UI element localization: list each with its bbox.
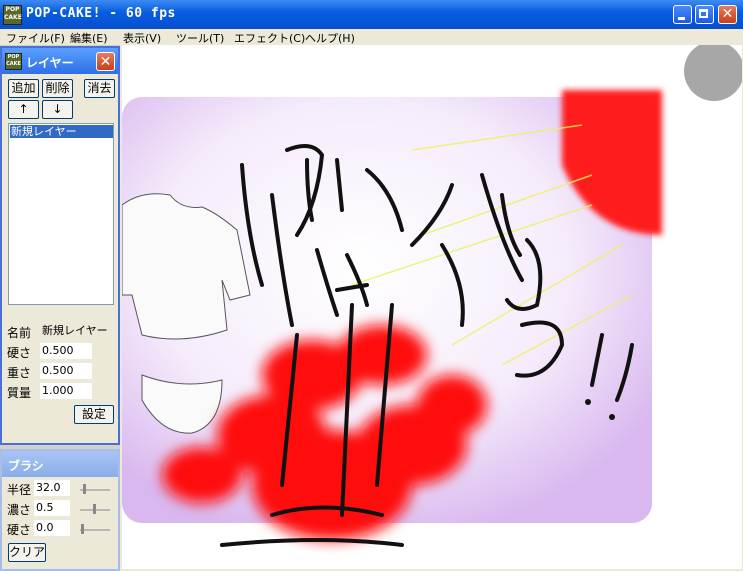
add-layer-button[interactable]: 追加 [8,79,39,98]
layer-panel-icon: POP CAKE [5,53,22,70]
close-icon: ✕ [99,54,112,70]
move-layer-up-button[interactable]: ↑ [8,100,39,119]
menu-view[interactable]: 表示(V) [123,30,161,46]
layer-mass-label: 質量 [7,386,32,400]
layer-list[interactable]: 新規レイヤー [8,123,114,305]
brush-radius-field[interactable]: 32.0 [34,480,70,496]
close-icon: ✕ [721,6,734,22]
menu-help[interactable]: ヘルプ(H) [305,30,355,46]
minimize-icon [678,17,685,20]
layer-panel-close-button[interactable]: ✕ [96,52,115,71]
window-title: POP-CAKE! - 60 fps [26,6,176,21]
erase-layer-button[interactable]: 消去 [84,79,115,98]
maximize-icon [699,9,708,18]
apply-settings-button[interactable]: 設定 [74,405,114,424]
menu-file[interactable]: ファイル(F) [6,30,65,46]
menu-edit[interactable]: 編集(E) [70,30,108,46]
brush-density-slider[interactable] [80,502,110,514]
brush-density-label: 濃さ [7,503,32,517]
brush-panel-title: ブラシ [8,459,44,473]
layer-name-label: 名前 [7,326,32,340]
app-window: POP CAKE POP-CAKE! - 60 fps ✕ ファイル(F) 編集(… [0,0,743,571]
layer-list-item[interactable]: 新規レイヤー [10,125,113,138]
move-layer-down-button[interactable]: ↓ [42,100,73,119]
menu-tools[interactable]: ツール(T) [176,30,224,46]
layer-hardness-label: 硬さ [7,346,32,360]
close-button[interactable]: ✕ [718,5,737,24]
delete-layer-button[interactable]: 削除 [42,79,73,98]
brush-panel: ブラシ 半径 32.0 濃さ 0.5 硬さ 0.0 クリア [0,449,120,571]
layer-hardness-field[interactable]: 0.500 [40,343,92,359]
layer-mass-field[interactable]: 1.000 [40,383,92,399]
menu-bar: ファイル(F) 編集(E) 表示(V) ツール(T) エフェクト(C) ヘルプ(… [0,29,743,45]
layer-panel: POP CAKE レイヤー ✕ 追加 削除 消去 ↑ ↓ 新規レイヤー 名前 新規… [0,46,120,445]
layer-panel-title: レイヤー [26,56,74,70]
brush-panel-titlebar[interactable]: ブラシ [2,451,118,477]
gray-circle [684,45,742,101]
menu-effect[interactable]: エフェクト(C) [234,30,305,46]
title-bar[interactable]: POP CAKE POP-CAKE! - 60 fps ✕ [0,0,743,29]
layer-panel-titlebar[interactable]: POP CAKE レイヤー ✕ [2,48,118,74]
brush-density-field[interactable]: 0.5 [34,500,70,516]
clear-canvas-button[interactable]: クリア [8,543,46,562]
maximize-button[interactable] [695,5,714,24]
layer-weight-field[interactable]: 0.500 [40,363,92,379]
brush-hardness-label: 硬さ [7,523,32,537]
brush-hardness-slider[interactable] [80,522,110,534]
canvas-artwork [122,45,742,547]
app-icon: POP CAKE [3,5,22,25]
layer-weight-label: 重さ [7,366,32,380]
drawing-canvas[interactable] [122,45,742,569]
brush-radius-label: 半径 [7,483,32,497]
brush-radius-slider[interactable] [80,482,110,494]
minimize-button[interactable] [673,5,692,24]
brush-hardness-field[interactable]: 0.0 [34,520,70,536]
layer-name-field[interactable]: 新規レイヤー [40,323,116,339]
